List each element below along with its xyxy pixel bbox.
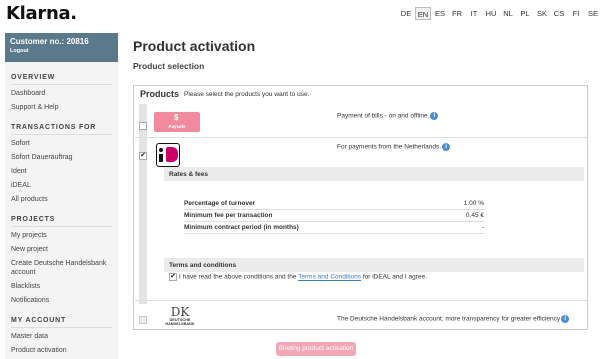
paysafe-checkbox[interactable] bbox=[139, 122, 147, 130]
binding-activation-button[interactable]: Binding product activation bbox=[276, 342, 356, 356]
terms-agreement: ✔ I have read the above conditions and th… bbox=[169, 273, 427, 281]
dhb-logo-mark: DK bbox=[170, 305, 190, 319]
nav-section-overview: OVERVIEW Dashboard Support & Help bbox=[5, 62, 118, 115]
info-icon[interactable]: i bbox=[442, 143, 451, 151]
rate-label: Minimum contract period (in months) bbox=[184, 224, 299, 231]
lang-nl[interactable]: NL bbox=[500, 7, 516, 20]
sidebar-item-product-activation[interactable]: Product activation bbox=[11, 344, 112, 358]
dhb-description-text: The Deutsche Handelsbank account: more t… bbox=[337, 315, 561, 323]
paysafe-description-text: Payment of bills - on and offline. bbox=[337, 112, 430, 120]
lang-fr[interactable]: FR bbox=[449, 7, 465, 20]
sidebar-item-ident[interactable]: Ident bbox=[11, 165, 112, 179]
dhb-logo-text-2: HANDELSBANK bbox=[165, 322, 195, 326]
sidebar-item-dashboard[interactable]: Dashboard bbox=[11, 87, 112, 101]
customer-box: Customer no.: 20816 Logout bbox=[5, 33, 118, 62]
terms-panel-header: Terms and conditions bbox=[164, 258, 584, 272]
nav-title-my-account: MY ACCOUNT bbox=[11, 317, 112, 328]
section-subtitle: Product selection bbox=[133, 61, 205, 71]
sidebar-item-blacklists[interactable]: Blacklists bbox=[11, 280, 112, 294]
lang-it[interactable]: IT bbox=[466, 7, 482, 20]
dhb-description: The Deutsche Handelsbank account: more t… bbox=[337, 315, 570, 323]
dhb-logo: DK DEUTSCHE HANDELSBANK bbox=[161, 306, 199, 330]
lang-sk[interactable]: SK bbox=[534, 7, 550, 20]
terms-link[interactable]: Terms and Conditions bbox=[298, 274, 361, 281]
main-content: Product activation Product selection bbox=[133, 38, 588, 71]
nav-section-projects: PROJECTS My projects New project Create … bbox=[5, 207, 118, 308]
sidebar-item-sofort-dauerauftrag[interactable]: Sofort Dauerauftrag bbox=[11, 151, 112, 165]
rate-label: Percentage of turnover bbox=[184, 200, 256, 207]
terms-suffix: for iDEAL and I agree. bbox=[361, 273, 427, 281]
nav-section-transactions: TRANSACTIONS FOR Sofort Sofort Dauerauft… bbox=[5, 115, 118, 207]
product-row-dhb: DK DEUTSCHE HANDELSBANK The Deutsche Han… bbox=[135, 300, 587, 330]
rate-row: Minimum fee per transaction 0.45 € bbox=[184, 210, 484, 222]
dhb-checkbox[interactable] bbox=[139, 316, 147, 324]
products-label: Products bbox=[140, 89, 180, 99]
product-row-paysafe: Paysafe Payment of bills - on and offlin… bbox=[135, 108, 587, 138]
sidebar: OVERVIEW Dashboard Support & Help TRANSA… bbox=[5, 62, 118, 359]
sidebar-item-my-projects[interactable]: My projects bbox=[11, 229, 112, 243]
nav-title-transactions: TRANSACTIONS FOR bbox=[11, 124, 112, 135]
terms-checkbox[interactable]: ✔ bbox=[169, 273, 177, 281]
paysafe-logo: Paysafe bbox=[154, 112, 200, 132]
products-hint: Please select the products you want to u… bbox=[184, 91, 310, 98]
rate-value: 0.45 € bbox=[465, 212, 484, 219]
products-box: Products Please select the products you … bbox=[133, 85, 588, 330]
nav-title-overview: OVERVIEW bbox=[11, 74, 112, 85]
sidebar-item-new-project[interactable]: New project bbox=[11, 243, 112, 257]
sidebar-item-all-products[interactable]: All products bbox=[11, 193, 112, 207]
rate-row: Percentage of turnover 1.00 % bbox=[184, 198, 484, 210]
sidebar-item-ideal[interactable]: iDEAL bbox=[11, 179, 112, 193]
ideal-logo bbox=[156, 143, 180, 167]
rates-table: Percentage of turnover 1.00 % Minimum fe… bbox=[184, 198, 484, 234]
nav-section-my-account: MY ACCOUNT Master data Product activatio… bbox=[5, 308, 118, 358]
terms-prefix: I have read the above conditions and the bbox=[179, 273, 299, 281]
rate-value: 1.00 % bbox=[463, 200, 484, 207]
ideal-description-text: For payments from the Netherlands. bbox=[337, 143, 442, 151]
nav-title-projects: PROJECTS bbox=[11, 216, 112, 227]
paysafe-description: Payment of bills - on and offline. i bbox=[337, 112, 439, 120]
rate-label: Minimum fee per transaction bbox=[184, 212, 273, 219]
ideal-logo-bar bbox=[159, 154, 163, 162]
ideal-logo-mark bbox=[166, 147, 178, 162]
lang-hu[interactable]: HU bbox=[483, 7, 499, 20]
ideal-description: For payments from the Netherlands. i bbox=[337, 143, 451, 151]
sidebar-item-support[interactable]: Support & Help bbox=[11, 101, 112, 115]
rate-row: Minimum contract period (in months) - bbox=[184, 222, 484, 234]
lang-de[interactable]: DE bbox=[398, 7, 414, 20]
info-icon[interactable]: i bbox=[561, 315, 570, 323]
sidebar-item-master-data[interactable]: Master data bbox=[11, 330, 112, 344]
sidebar-item-sofort[interactable]: Sofort bbox=[11, 137, 112, 151]
lang-cs[interactable]: CS bbox=[551, 7, 567, 20]
lang-es[interactable]: ES bbox=[432, 7, 448, 20]
rate-value: - bbox=[481, 224, 484, 231]
customer-number: Customer no.: 20816 bbox=[10, 37, 89, 46]
klarna-logo: Klarna. bbox=[6, 3, 77, 24]
page-title: Product activation bbox=[133, 38, 256, 54]
info-icon[interactable]: i bbox=[430, 112, 439, 120]
lang-se[interactable]: SE bbox=[585, 7, 601, 20]
rates-panel-header: Rates & fees bbox=[164, 167, 584, 181]
language-switcher: DE EN ES FR IT HU NL PL SK CS FI SE bbox=[398, 7, 601, 20]
sidebar-item-create-dhb-account[interactable]: Create Deutsche Handelsbank account bbox=[11, 257, 112, 280]
lang-pl[interactable]: PL bbox=[517, 7, 533, 20]
sidebar-item-notifications[interactable]: Notifications bbox=[11, 294, 112, 308]
lang-fi[interactable]: FI bbox=[568, 7, 584, 20]
terms-title: Terms and conditions bbox=[169, 262, 237, 269]
rates-title: Rates & fees bbox=[169, 171, 209, 178]
lang-en[interactable]: EN bbox=[415, 7, 431, 20]
logout-link[interactable]: Logout bbox=[10, 48, 113, 54]
ideal-logo-dot bbox=[159, 148, 163, 152]
ideal-checkbox[interactable]: ✔ bbox=[139, 152, 147, 160]
